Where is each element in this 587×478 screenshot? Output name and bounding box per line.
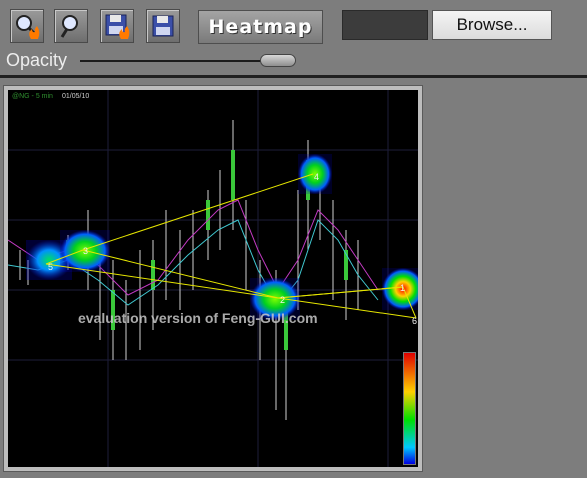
fixation-marker-6: 6 [412, 316, 418, 326]
file-path-field[interactable] [342, 10, 428, 40]
fixation-marker-4: 4 [314, 172, 320, 182]
chart-image: @NG - 5 min 01/05/10 1 2 3 4 5 6 evaluat… [8, 90, 418, 467]
fixation-marker-3: 3 [83, 246, 89, 256]
fixation-marker-1: 1 [400, 283, 406, 293]
symbol-label: @NG - 5 min [12, 93, 53, 100]
date-label: 01/05/10 [62, 93, 90, 100]
magnifier-fire-icon [16, 15, 40, 39]
watermark-text: evaluation version of Feng-GUI.com [78, 310, 318, 326]
opacity-slider-thumb[interactable] [260, 54, 296, 67]
fixation-marker-5: 5 [48, 262, 54, 272]
zoom-button[interactable] [54, 9, 88, 43]
magnifier-icon [60, 15, 78, 38]
divider [0, 75, 587, 78]
chart-graphic [8, 90, 418, 467]
heatmap-image-panel: @NG - 5 min 01/05/10 1 2 3 4 5 6 evaluat… [3, 85, 423, 472]
floppy-icon [152, 15, 174, 37]
heatmap-button[interactable]: Heatmap [198, 10, 323, 44]
save-heat-button[interactable] [100, 9, 134, 43]
opacity-label: Opacity [6, 50, 68, 70]
save-button[interactable] [146, 9, 180, 43]
zoom-heat-button[interactable] [10, 9, 44, 43]
browse-button[interactable]: Browse... [432, 10, 552, 40]
fixation-marker-2: 2 [280, 295, 286, 305]
heat-scale-legend [403, 352, 416, 465]
floppy-fire-icon [105, 14, 130, 39]
